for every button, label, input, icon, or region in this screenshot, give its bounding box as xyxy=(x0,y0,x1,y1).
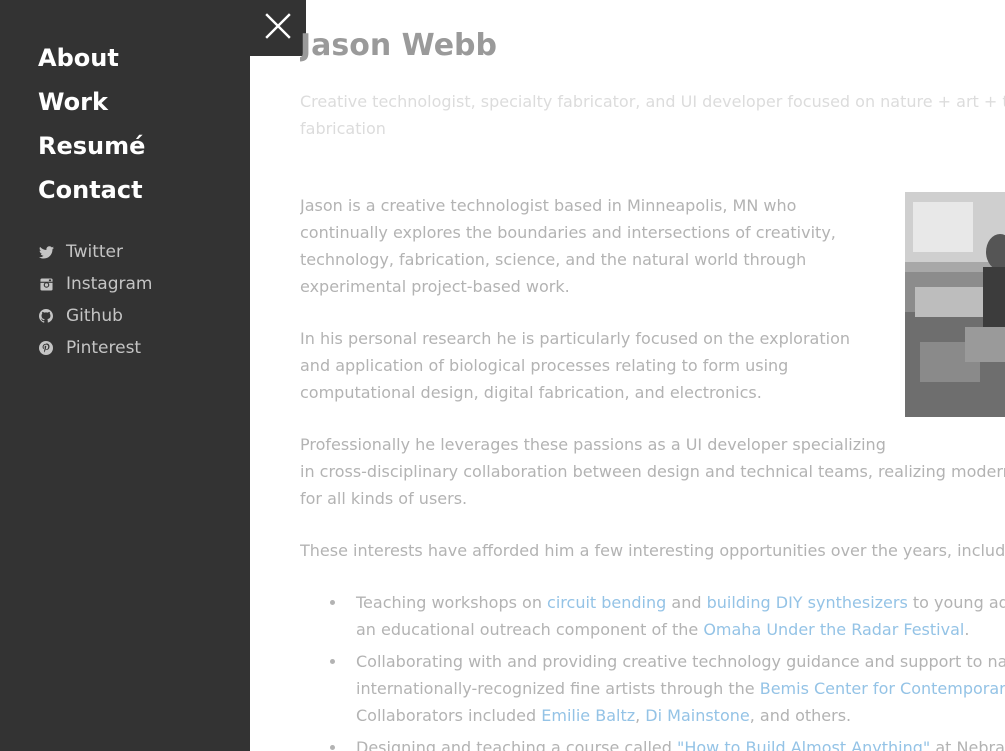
link-di-mainstone[interactable]: Di Mainstone xyxy=(645,706,749,725)
professional-paragraph: Professionally he leverages these passio… xyxy=(300,431,1005,512)
link-diy-synthesizers[interactable]: building DIY synthesizers xyxy=(707,593,908,612)
list-text: . xyxy=(964,620,970,639)
list-item: Teaching workshops on circuit bending an… xyxy=(330,589,1005,643)
link-circuit-bending[interactable]: circuit bending xyxy=(547,593,666,612)
research-paragraph: In his personal research he is particula… xyxy=(300,329,850,402)
link-bemis-center[interactable]: Bemis Center for Contemporary xyxy=(760,679,1005,698)
list-text: Collaborating with and providing creativ… xyxy=(356,652,1005,671)
page-subtitle: Creative technologist, specialty fabrica… xyxy=(300,88,1005,142)
list-text: Teaching workshops on xyxy=(356,593,548,612)
paragraph-line: Professionally he leverages these passio… xyxy=(300,435,886,454)
list-text: Designing and teaching a course called xyxy=(356,738,677,751)
twitter-icon xyxy=(38,244,54,260)
list-text: , and others. xyxy=(749,706,852,725)
intro-paragraph: Jason is a creative technologist based i… xyxy=(300,196,836,296)
list-text: internationally-recognized fine artists … xyxy=(356,679,760,698)
social-link-pinterest[interactable]: Pinterest xyxy=(38,332,153,364)
list-text: an educational outreach component of the xyxy=(356,620,704,639)
subtitle-line: Creative technologist, specialty fabrica… xyxy=(300,92,1005,111)
github-icon xyxy=(38,308,54,324)
link-emilie-baltz[interactable]: Emilie Baltz xyxy=(541,706,635,725)
nav-item-about[interactable]: About xyxy=(38,36,145,80)
paragraph-line: for all kinds of users. xyxy=(300,489,468,508)
link-omaha-festival[interactable]: Omaha Under the Radar Festival xyxy=(703,620,964,639)
social-link-twitter[interactable]: Twitter xyxy=(38,236,153,268)
instagram-icon xyxy=(38,276,54,292)
main-content: Jason Webb Creative technologist, specia… xyxy=(300,0,1005,751)
list-item: Collaborating with and providing creativ… xyxy=(330,648,1005,729)
sidebar: About Work Resumé Contact Twitter Instag… xyxy=(0,0,250,751)
subtitle-line: fabrication xyxy=(300,119,386,138)
link-how-to-build[interactable]: "How to Build Almost Anything" xyxy=(677,738,930,751)
main-nav: About Work Resumé Contact xyxy=(38,36,145,212)
nav-item-work[interactable]: Work xyxy=(38,80,145,124)
social-label: Twitter xyxy=(66,242,123,262)
profile-photo xyxy=(905,192,1005,417)
nav-item-contact[interactable]: Contact xyxy=(38,168,145,212)
social-label: Github xyxy=(66,306,123,326)
opportunities-intro: These interests have afforded him a few … xyxy=(300,541,1005,560)
social-label: Pinterest xyxy=(66,338,142,358)
social-link-instagram[interactable]: Instagram xyxy=(38,268,153,300)
opportunities-list: Teaching workshops on circuit bending an… xyxy=(330,589,1005,751)
list-text: at Nebras xyxy=(930,738,1005,751)
nav-item-resume[interactable]: Resumé xyxy=(38,124,145,168)
close-menu-button[interactable] xyxy=(250,0,306,56)
page-title: Jason Webb xyxy=(300,28,497,63)
list-item: Designing and teaching a course called "… xyxy=(330,734,1005,751)
paragraph-line: in cross-disciplinary collaboration betw… xyxy=(300,462,1005,481)
close-icon xyxy=(264,12,292,44)
pinterest-icon xyxy=(38,340,54,356)
social-link-github[interactable]: Github xyxy=(38,300,153,332)
list-text: Collaborators included xyxy=(356,706,542,725)
list-text: and xyxy=(666,593,707,612)
social-links: Twitter Instagram Github Pinterest xyxy=(38,236,153,364)
social-label: Instagram xyxy=(66,274,153,294)
list-text: , xyxy=(635,706,646,725)
list-text: to young ad xyxy=(907,593,1005,612)
